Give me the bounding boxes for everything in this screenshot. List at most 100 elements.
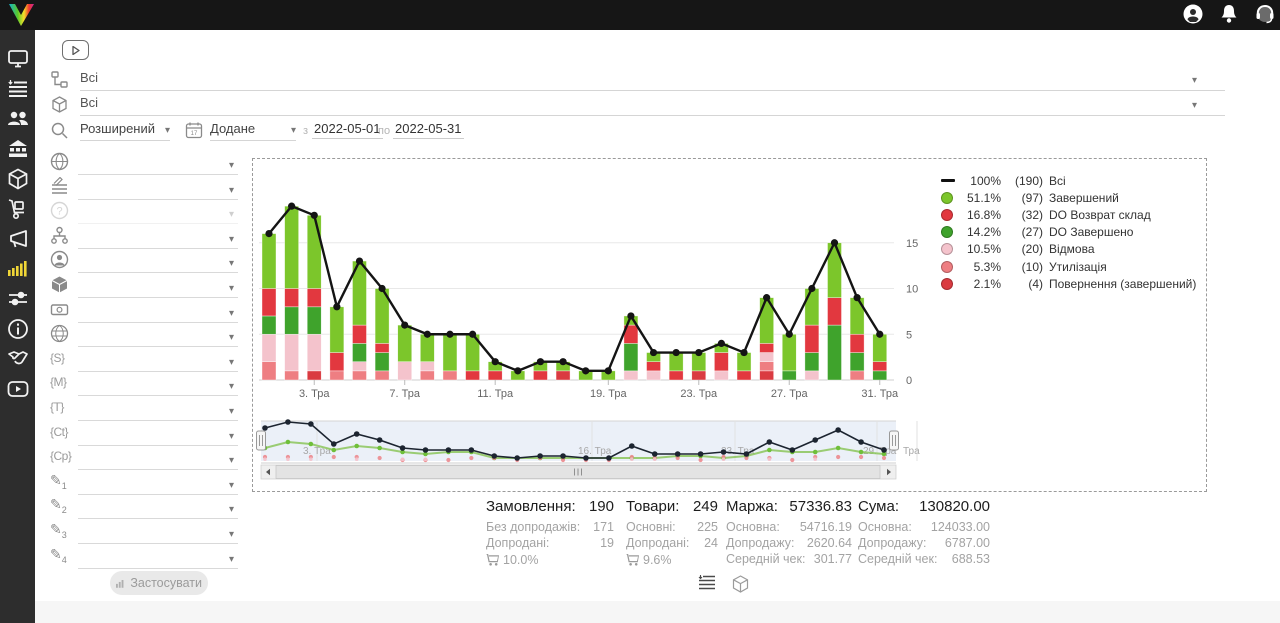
- chart-legend: 100% (190) Всі 51.1% (97) Завершений 16.…: [941, 172, 1199, 292]
- filter-select[interactable]: ▾: [78, 349, 238, 372]
- account-icon[interactable]: [1182, 3, 1206, 27]
- sidebar-item-statistics-chart[interactable]: [7, 258, 29, 280]
- support-headset-icon[interactable]: [1254, 3, 1278, 27]
- date-field-select[interactable]: Додане ▾: [210, 121, 296, 141]
- date-from-input[interactable]: 2022-05-01: [312, 121, 383, 139]
- sidebar-item-video-tutorial[interactable]: [7, 378, 29, 400]
- product-value: Всі: [80, 95, 98, 110]
- legend-dot-marker: [941, 278, 953, 290]
- chevron-down-icon: ▾: [1192, 100, 1197, 111]
- legend-percent: 14.2%: [959, 225, 1001, 239]
- orders-statistics-page: Всі ▾ Всі ▾ Розширений ▾ 17: [0, 0, 1280, 623]
- filter-select[interactable]: ▾: [78, 177, 238, 200]
- notifications-bell-icon[interactable]: [1218, 3, 1242, 27]
- svg-text:0: 0: [906, 375, 912, 387]
- legend-dot-marker: [941, 261, 953, 273]
- svg-text:27. Тра: 27. Тра: [771, 388, 809, 400]
- legend-item[interactable]: 51.1% (97) Завершений: [941, 189, 1199, 206]
- play-icon: [72, 46, 80, 55]
- sidebar-item-marketing-megaphone[interactable]: [7, 228, 29, 250]
- legend-item[interactable]: 100% (190) Всі: [941, 172, 1199, 189]
- cart-icon: [626, 554, 639, 566]
- filter-select[interactable]: ▾: [78, 152, 238, 175]
- apply-filters-label: Застосувати: [130, 576, 202, 590]
- sidebar-item-info[interactable]: [7, 318, 29, 340]
- search-mode-select[interactable]: Розширений ▾: [80, 121, 170, 141]
- sidebar-item-desktop[interactable]: [7, 48, 29, 70]
- scope-m-icon: {M}: [50, 373, 69, 392]
- pencil-2-icon: ✎2: [50, 496, 69, 515]
- svg-text:19. Тра: 19. Тра: [590, 388, 628, 400]
- globe-grid-icon: [50, 324, 69, 343]
- stat-title: Сума:130820.00: [858, 498, 990, 520]
- hierarchy-icon: [50, 226, 69, 245]
- filter-select[interactable]: ▾: [78, 472, 238, 495]
- chevron-down-icon: ▾: [229, 332, 234, 343]
- product-select[interactable]: Всі ▾: [80, 95, 1225, 116]
- chevron-down-icon: ▾: [229, 160, 234, 171]
- stat-subrow: Допродажу:2620.64: [726, 536, 852, 552]
- filter-select[interactable]: ▾: [78, 521, 238, 544]
- filter-select[interactable]: ▾: [78, 201, 238, 224]
- stat-subrow: Основні:225: [626, 520, 718, 536]
- filter-select[interactable]: ▾: [78, 496, 238, 519]
- stat-cart-row: 9.6%: [626, 552, 718, 568]
- list-view-icon[interactable]: [698, 575, 716, 591]
- svg-text:15: 15: [906, 238, 918, 250]
- sidebar-item-customers[interactable]: [7, 108, 29, 130]
- sidebar-item-settings-sliders[interactable]: [7, 288, 29, 310]
- chevron-down-icon: ▾: [1192, 75, 1197, 86]
- chevron-down-icon: ▾: [229, 209, 234, 220]
- chevron-down-icon: ▾: [229, 431, 234, 442]
- sidebar-item-orders-list[interactable]: [7, 78, 29, 100]
- filter-select[interactable]: ▾: [78, 226, 238, 249]
- legend-percent: 16.8%: [959, 208, 1001, 222]
- stat-cart-row: 10.0%: [486, 552, 614, 568]
- sidebar-item-warehouse[interactable]: [7, 138, 29, 160]
- filter-select[interactable]: ▾: [78, 398, 238, 421]
- legend-item[interactable]: 10.5% (20) Відмова: [941, 241, 1199, 258]
- filter-select[interactable]: ▾: [78, 447, 238, 470]
- filter-select[interactable]: ▾: [78, 324, 238, 347]
- legend-item[interactable]: 16.8% (32) DO Возврат склад: [941, 206, 1199, 223]
- bottom-strip: [35, 601, 1280, 623]
- pencil-1-icon: ✎1: [50, 472, 69, 491]
- legend-item[interactable]: 2.1% (4) Повернення (завершений): [941, 275, 1199, 292]
- chevron-down-icon: ▾: [229, 554, 234, 565]
- filter-select[interactable]: ▾: [78, 423, 238, 446]
- help-icon: ?: [50, 201, 69, 220]
- apply-filters-button[interactable]: Застосувати: [110, 571, 208, 595]
- cube-view-icon[interactable]: [732, 575, 749, 593]
- chevron-down-icon: ▾: [229, 357, 234, 368]
- svg-text:10: 10: [906, 284, 918, 296]
- status-group-select[interactable]: Всі ▾: [80, 70, 1225, 91]
- globe-icon: [50, 152, 69, 171]
- sidebar-item-products-box[interactable]: [7, 168, 29, 190]
- chevron-down-icon: ▾: [229, 185, 234, 196]
- chevron-down-icon: ▾: [229, 480, 234, 491]
- navigator-right-handle[interactable]: [890, 431, 899, 450]
- app-logo-icon[interactable]: [8, 2, 35, 28]
- date-to-input[interactable]: 2022-05-31: [393, 121, 464, 139]
- svg-text:5: 5: [906, 329, 912, 341]
- filter-select[interactable]: ▾: [78, 373, 238, 396]
- play-tutorial-button[interactable]: [62, 40, 89, 60]
- filter-select[interactable]: ▾: [78, 546, 238, 569]
- status-group-value: Всі: [80, 70, 98, 85]
- pen-lines-icon: [50, 177, 69, 196]
- date-field-value: Додане: [210, 121, 255, 136]
- legend-dot-marker: [941, 209, 953, 221]
- legend-item[interactable]: 5.3% (10) Утилізація: [941, 258, 1199, 275]
- filter-select[interactable]: ▾: [78, 300, 238, 323]
- legend-count: (97): [1009, 191, 1043, 205]
- legend-percent: 10.5%: [959, 242, 1001, 256]
- sidebar-item-supply-dolly[interactable]: [7, 198, 29, 220]
- stat-column: Маржа:57336.83Основна:54716.19Допродажу:…: [726, 498, 852, 568]
- legend-item[interactable]: 14.2% (27) DO Завершено: [941, 224, 1199, 241]
- chevron-down-icon: ▾: [229, 283, 234, 294]
- filter-select[interactable]: ▾: [78, 275, 238, 298]
- sidebar-item-partners-handshake[interactable]: [7, 348, 29, 370]
- navigator-left-handle[interactable]: [257, 431, 266, 450]
- filter-select[interactable]: ▾: [78, 250, 238, 273]
- legend-label: Всі: [1049, 174, 1066, 188]
